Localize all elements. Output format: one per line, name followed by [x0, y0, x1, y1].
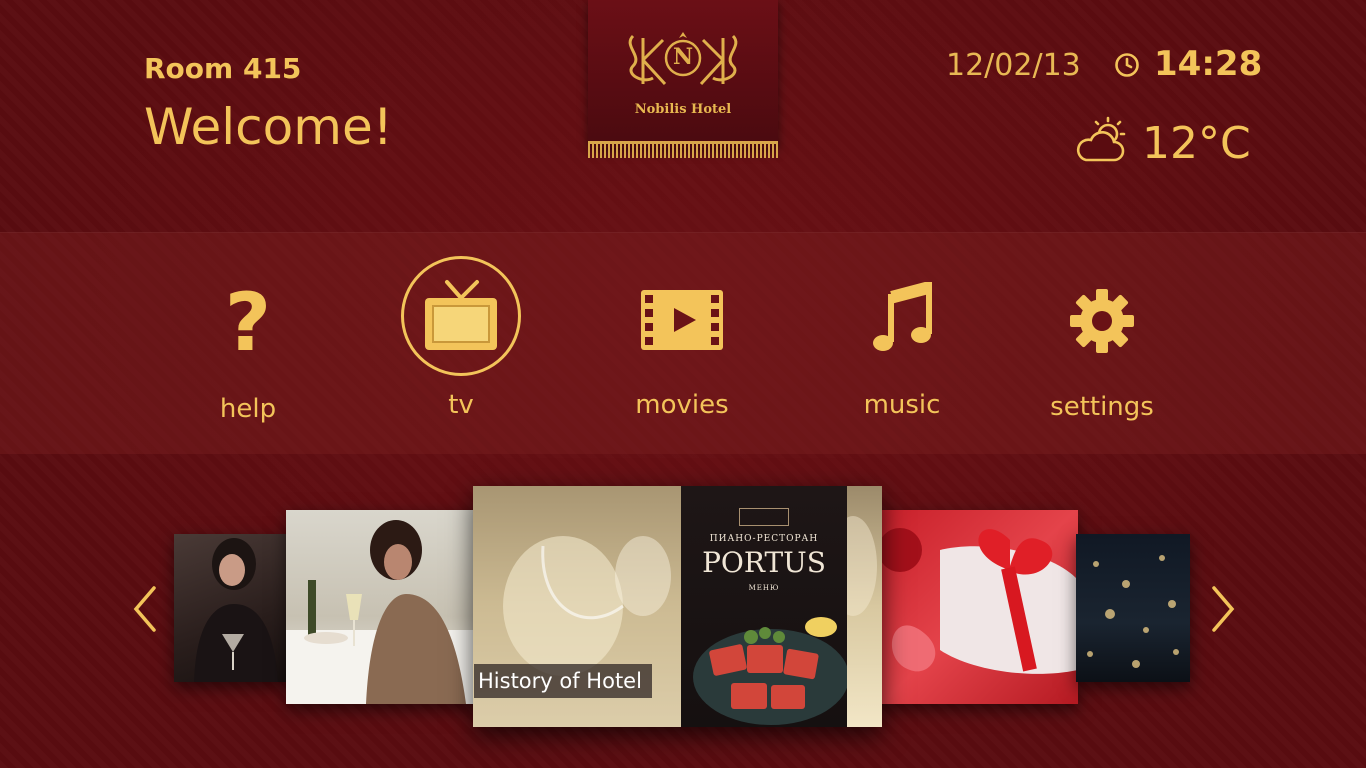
hotel-name: Nobilis Hotel: [634, 102, 732, 117]
tv-icon: [425, 280, 497, 350]
question-icon: ?: [225, 276, 271, 369]
carousel-card-gift[interactable]: [880, 510, 1078, 704]
film-play-icon: [641, 290, 723, 350]
logo-monogram: N: [588, 26, 778, 100]
portus-menu-word: МЕНЮ: [748, 584, 780, 592]
menu-label-movies: movies: [635, 390, 729, 420]
menu-item-tv[interactable]: tv: [398, 232, 524, 454]
welcome-message: Welcome!: [144, 98, 393, 156]
portus-badge: [739, 508, 789, 526]
menu-label-tv: tv: [448, 390, 474, 420]
menu-label-help: help: [219, 394, 277, 424]
portus-title: PORTUS: [702, 546, 826, 579]
carousel-card-dinner[interactable]: [286, 510, 476, 704]
dish-photo: [693, 617, 847, 725]
room-number: Room 415: [144, 52, 302, 85]
menu-label-settings: settings: [1050, 392, 1154, 422]
carousel-prev-arrow[interactable]: [130, 584, 160, 634]
menu-item-movies[interactable]: movies: [622, 232, 742, 454]
carousel-card-night-city[interactable]: [1076, 534, 1190, 682]
carousel-caption: History of Hotel: [474, 664, 652, 698]
night-city-photo: [1087, 555, 1179, 668]
selected-ring: [401, 256, 521, 376]
partly-cloudy-icon: [1076, 116, 1126, 162]
menu-item-settings[interactable]: settings: [1040, 232, 1164, 454]
time-display: 14:28: [1154, 44, 1263, 84]
date-display: 12/02/13: [946, 48, 1081, 83]
portus-menu-card: ПИАНО-РЕСТОРАН PORTUS МЕНЮ: [681, 486, 847, 727]
carousel-card-cocktail[interactable]: [174, 534, 288, 682]
clock-icon: [1115, 53, 1139, 77]
dinner-photo: [286, 520, 476, 704]
gift-photo: [880, 528, 1078, 674]
cocktail-photo: [194, 538, 278, 682]
carousel-next-arrow[interactable]: [1208, 584, 1238, 634]
menu-item-music[interactable]: music: [850, 232, 954, 454]
gear-icon: [1070, 289, 1134, 353]
svg-text:?: ?: [225, 282, 271, 360]
menu-label-music: music: [863, 390, 941, 420]
logo-monogram-letter: N: [672, 44, 694, 70]
menu-item-help[interactable]: ? help: [190, 232, 306, 454]
temperature-display: 12°C: [1142, 118, 1251, 169]
main-menu: ? help tv movies music settings: [0, 232, 1366, 454]
banner-fringe: [588, 141, 778, 158]
portus-subtitle: ПИАНО-РЕСТОРАН: [709, 534, 819, 544]
music-note-icon: [873, 280, 932, 351]
hotel-logo: N Nobilis Hotel: [588, 0, 778, 158]
